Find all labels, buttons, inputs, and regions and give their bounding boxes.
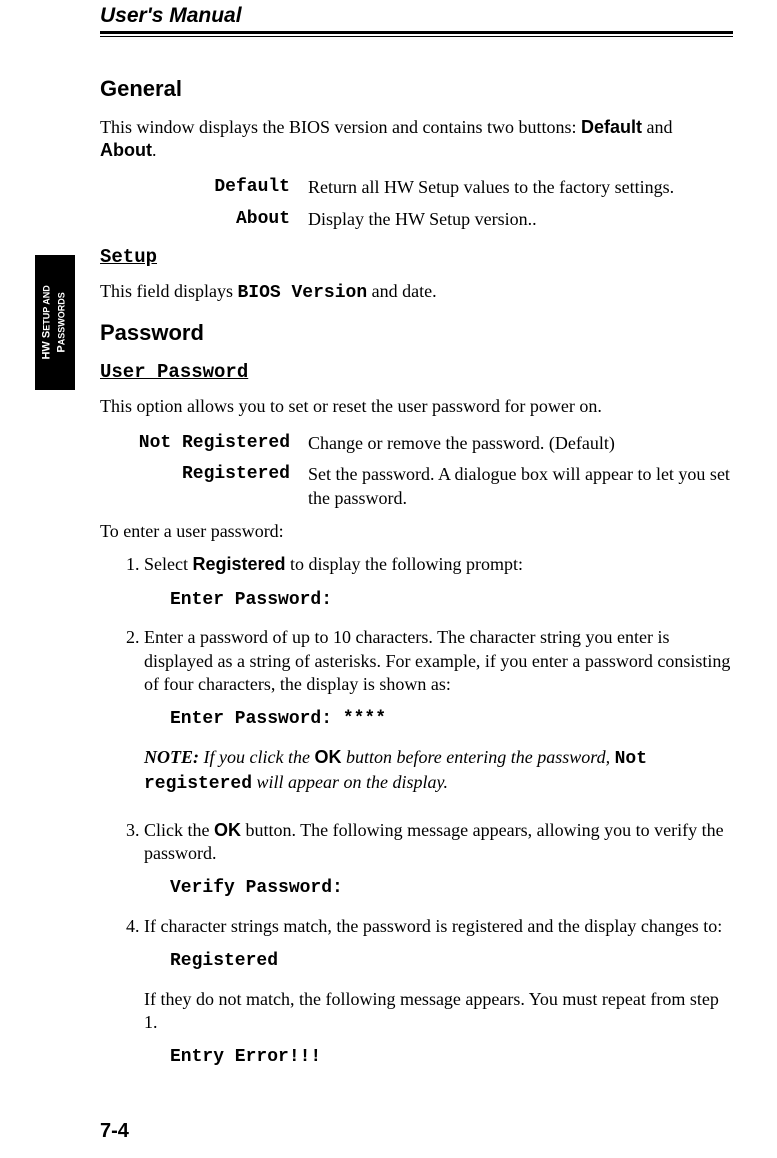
prompt-enter-password: Enter Password: [170,589,733,612]
userpw-intro: This option allows you to set or reset t… [100,395,733,418]
heading-user-password: User Password [100,360,733,385]
step-3: Click the OK button. The following messa… [144,819,733,901]
def-row-about: About Display the HW Setup version.. [100,208,733,231]
page-header: User's Manual [100,4,733,37]
def-desc-about: Display the HW Setup version.. [308,208,733,231]
def-row-not-registered: Not Registered Change or remove the pass… [100,432,733,455]
password-deflist: Not Registered Change or remove the pass… [100,432,733,510]
header-title: User's Manual [100,4,733,28]
main-content: General This window displays the BIOS ve… [100,75,733,1072]
def-desc-registered: Set the password. A dialogue box will ap… [308,463,733,510]
def-row-default: Default Return all HW Setup values to th… [100,176,733,199]
def-desc-not-registered: Change or remove the password. (Default) [308,432,733,455]
general-deflist: Default Return all HW Setup values to th… [100,176,733,231]
steps-list: Select Registered to display the followi… [100,553,733,1069]
prompt-entry-error: Entry Error!!! [170,1046,733,1069]
def-term-registered: Registered [100,463,308,510]
step-2: Enter a password of up to 10 characters.… [144,626,733,796]
prompt-verify-password: Verify Password: [170,877,733,900]
setup-desc: This field displays BIOS Version and dat… [100,280,733,305]
def-term-not-registered: Not Registered [100,432,308,455]
enter-intro: To enter a user password: [100,520,733,543]
note-block: NOTE: If you click the OK button before … [144,746,733,797]
side-tab: HW SETUP ANDPASSWORDS [35,255,75,390]
heading-password: Password [100,319,733,348]
prompt-enter-password-masked: Enter Password: **** [170,708,733,731]
def-term-about: About [100,208,308,231]
def-row-registered: Registered Set the password. A dialogue … [100,463,733,510]
def-term-default: Default [100,176,308,199]
prompt-registered: Registered [170,950,733,973]
general-intro: This window displays the BIOS version an… [100,116,733,163]
heading-setup: Setup [100,245,733,270]
side-tab-label: HW SETUP ANDPASSWORDS [40,285,71,359]
step-1: Select Registered to display the followi… [144,553,733,612]
step-4: If character strings match, the password… [144,915,733,1070]
def-desc-default: Return all HW Setup values to the factor… [308,176,733,199]
page-number: 7-4 [100,1120,129,1143]
heading-general: General [100,75,733,104]
